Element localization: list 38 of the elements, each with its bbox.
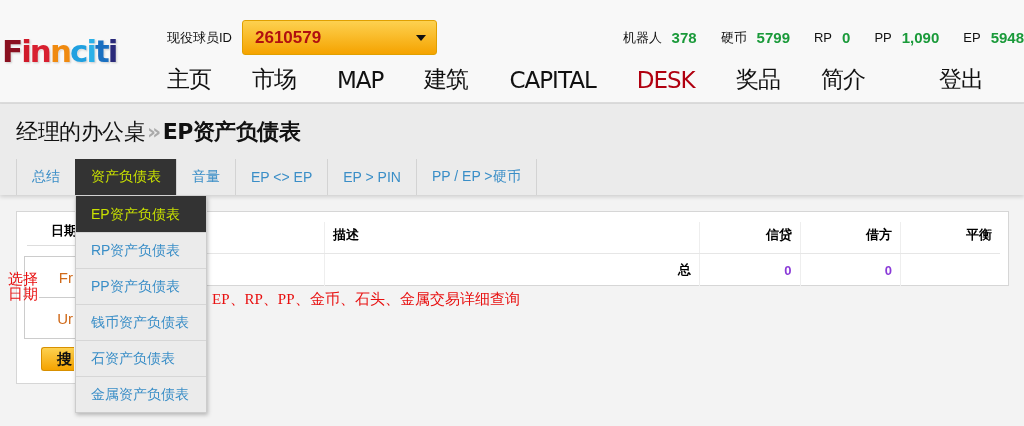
- column-header: 借方: [800, 222, 901, 254]
- player-id-dropdown[interactable]: 2610579: [242, 20, 437, 56]
- table-cell: 0: [800, 253, 901, 286]
- stat-value: 5799: [756, 29, 790, 47]
- menu-item[interactable]: EP资产负债表: [76, 196, 206, 232]
- stat-label: 机器人: [622, 28, 662, 47]
- stat-label: RP: [814, 30, 833, 46]
- stat-label: 硬币: [720, 28, 747, 47]
- nav-link[interactable]: MAP: [337, 66, 384, 93]
- column-header: 平衡: [900, 222, 1000, 254]
- annotation-text: EP、RP、PP、金币、石头、金属交易详细查询: [212, 290, 520, 309]
- stat-label: EP: [963, 30, 981, 46]
- annotation-text: 选择日期: [8, 272, 38, 302]
- nav-link[interactable]: CAPITAL: [509, 66, 596, 93]
- nav-link[interactable]: 简介: [820, 64, 865, 96]
- breadcrumb-separator: »: [147, 119, 161, 144]
- tab[interactable]: 资产负债表: [75, 159, 176, 195]
- page-title: EP资产负债表: [162, 117, 301, 146]
- nav-link[interactable]: 主页: [167, 64, 211, 96]
- nav-link[interactable]: 建筑: [424, 64, 469, 96]
- nav-link[interactable]: 市场: [252, 64, 296, 96]
- logo[interactable]: Finnciti: [2, 33, 132, 73]
- player-id-label: 现役球员ID: [167, 28, 232, 47]
- caret-icon: [416, 34, 426, 41]
- nav-link[interactable]: 奖品: [735, 64, 780, 96]
- column-header: 信贷: [699, 222, 801, 254]
- search-button[interactable]: 搜: [41, 347, 74, 371]
- table-cell: 总: [324, 253, 700, 286]
- table-cell: 0: [699, 253, 801, 286]
- logout-link[interactable]: 登出: [939, 64, 983, 96]
- stat-value: 5948: [990, 29, 1024, 47]
- stat-value: 378: [671, 29, 697, 47]
- nav-link[interactable]: DESK: [636, 66, 695, 93]
- stat-value: 0: [842, 29, 851, 47]
- breadcrumb-link[interactable]: 经理的办公桌: [16, 116, 145, 147]
- stat-label: PP: [874, 30, 892, 46]
- column-header: 描述: [324, 222, 700, 254]
- stat-value: 1,090: [901, 29, 940, 47]
